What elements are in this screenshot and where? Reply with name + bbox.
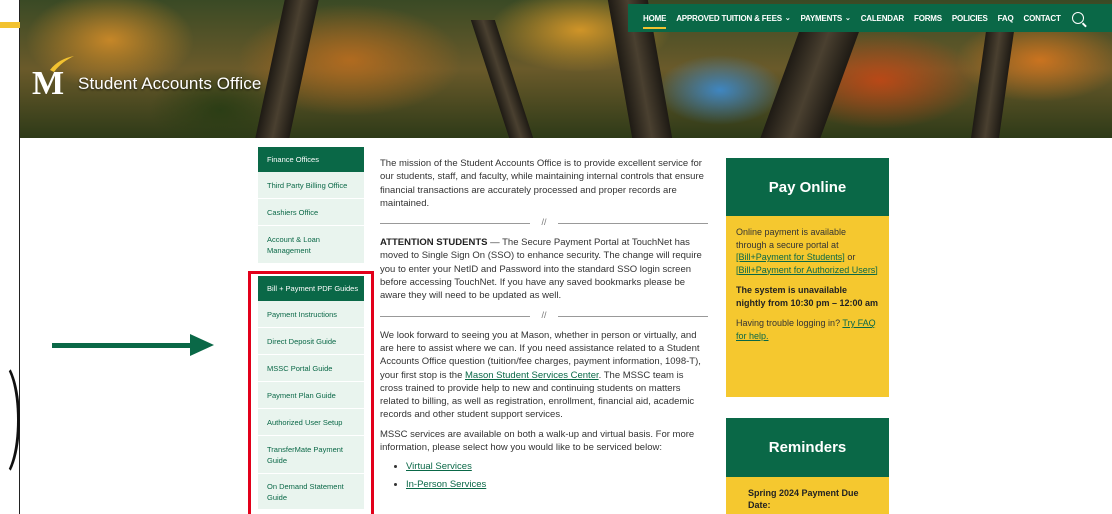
nav-payments[interactable]: PAYMENTS ⌄	[796, 4, 856, 32]
highlight-box	[248, 271, 374, 514]
pay-online-body: Online payment is available through a se…	[726, 216, 889, 397]
services-paragraph: MSSC services are available on both a wa…	[380, 428, 695, 454]
tree-trunk	[760, 30, 860, 138]
page: M Student Accounts Office HOME APPROVED …	[0, 0, 1112, 514]
virtual-services-link[interactable]: Virtual Services	[406, 461, 472, 472]
pay-online-card: Pay Online Online payment is available t…	[726, 158, 889, 397]
in-person-services-link[interactable]: In-Person Services	[406, 479, 486, 490]
pay-online-text: Online payment is available through a se…	[736, 227, 878, 275]
attention-label: ATTENTION STUDENTS	[380, 237, 488, 249]
nav-faq[interactable]: FAQ	[993, 4, 1019, 32]
bill-payment-students-link[interactable]: [Bill+Payment for Students]	[736, 252, 845, 262]
sidebar-item-account-loan-management[interactable]: Account & Loan Management	[258, 226, 364, 264]
attention-notice: ATTENTION STUDENTS — The Secure Payment …	[380, 236, 708, 302]
nav-approved-tuition-fees[interactable]: APPROVED TUITION & FEES ⌄	[671, 4, 795, 32]
list-item: Virtual Services	[406, 460, 708, 473]
section-divider: //	[380, 216, 708, 230]
reminders-body: Spring 2024 Payment Due Date:	[726, 477, 889, 514]
nav-calendar[interactable]: CALENDAR	[856, 4, 909, 32]
list-item: In-Person Services	[406, 478, 708, 491]
trouble-logging-text: Having trouble logging in? Try FAQ for h…	[736, 318, 876, 341]
pay-online-title: Pay Online	[726, 158, 889, 216]
chevron-down-icon: ⌄	[845, 15, 851, 22]
search-icon[interactable]	[1071, 12, 1084, 24]
nav-policies[interactable]: POLICIES	[947, 4, 993, 32]
bill-payment-authorized-users-link[interactable]: [Bill+Payment for Authorized Users]	[736, 265, 878, 275]
nav-forms[interactable]: FORMS	[909, 4, 947, 32]
mason-student-services-link[interactable]: Mason Student Services Center	[465, 370, 599, 381]
mason-logo-icon[interactable]: M	[32, 56, 76, 96]
sidebar-item-third-party-billing[interactable]: Third Party Billing Office	[258, 172, 364, 199]
welcome-paragraph: We look forward to seeing you at Mason, …	[380, 329, 701, 421]
nav-home[interactable]: HOME	[638, 4, 671, 32]
system-unavailable-notice: The system is unavailable nightly from 1…	[736, 285, 879, 308]
tree-trunk	[470, 20, 534, 138]
top-navigation: HOME APPROVED TUITION & FEES ⌄ PAYMENTS ⌄ …	[628, 4, 1112, 32]
sidebar-item-cashiers-office[interactable]: Cashiers Office	[258, 199, 364, 226]
sidebar-heading-finance-offices[interactable]: Finance Offices	[258, 147, 364, 172]
arrow-head-icon	[190, 334, 214, 356]
chevron-down-icon: ⌄	[784, 15, 791, 22]
mission-statement: The mission of the Student Accounts Offi…	[380, 158, 704, 209]
nav-contact[interactable]: CONTACT	[1019, 4, 1066, 32]
reminders-title: Reminders	[726, 418, 889, 477]
section-divider: //	[380, 309, 708, 323]
svg-text:M: M	[32, 65, 64, 96]
tree-trunk	[255, 0, 319, 138]
reminder-item: Spring 2024 Payment Due Date:	[748, 488, 859, 510]
service-links-list: Virtual Services In-Person Services	[380, 460, 708, 491]
site-title[interactable]: Student Accounts Office	[78, 74, 261, 94]
reminders-card: Reminders Spring 2024 Payment Due Date:	[726, 418, 889, 514]
main-content: The mission of the Student Accounts Offi…	[380, 157, 708, 495]
arrow-annotation	[52, 343, 192, 348]
